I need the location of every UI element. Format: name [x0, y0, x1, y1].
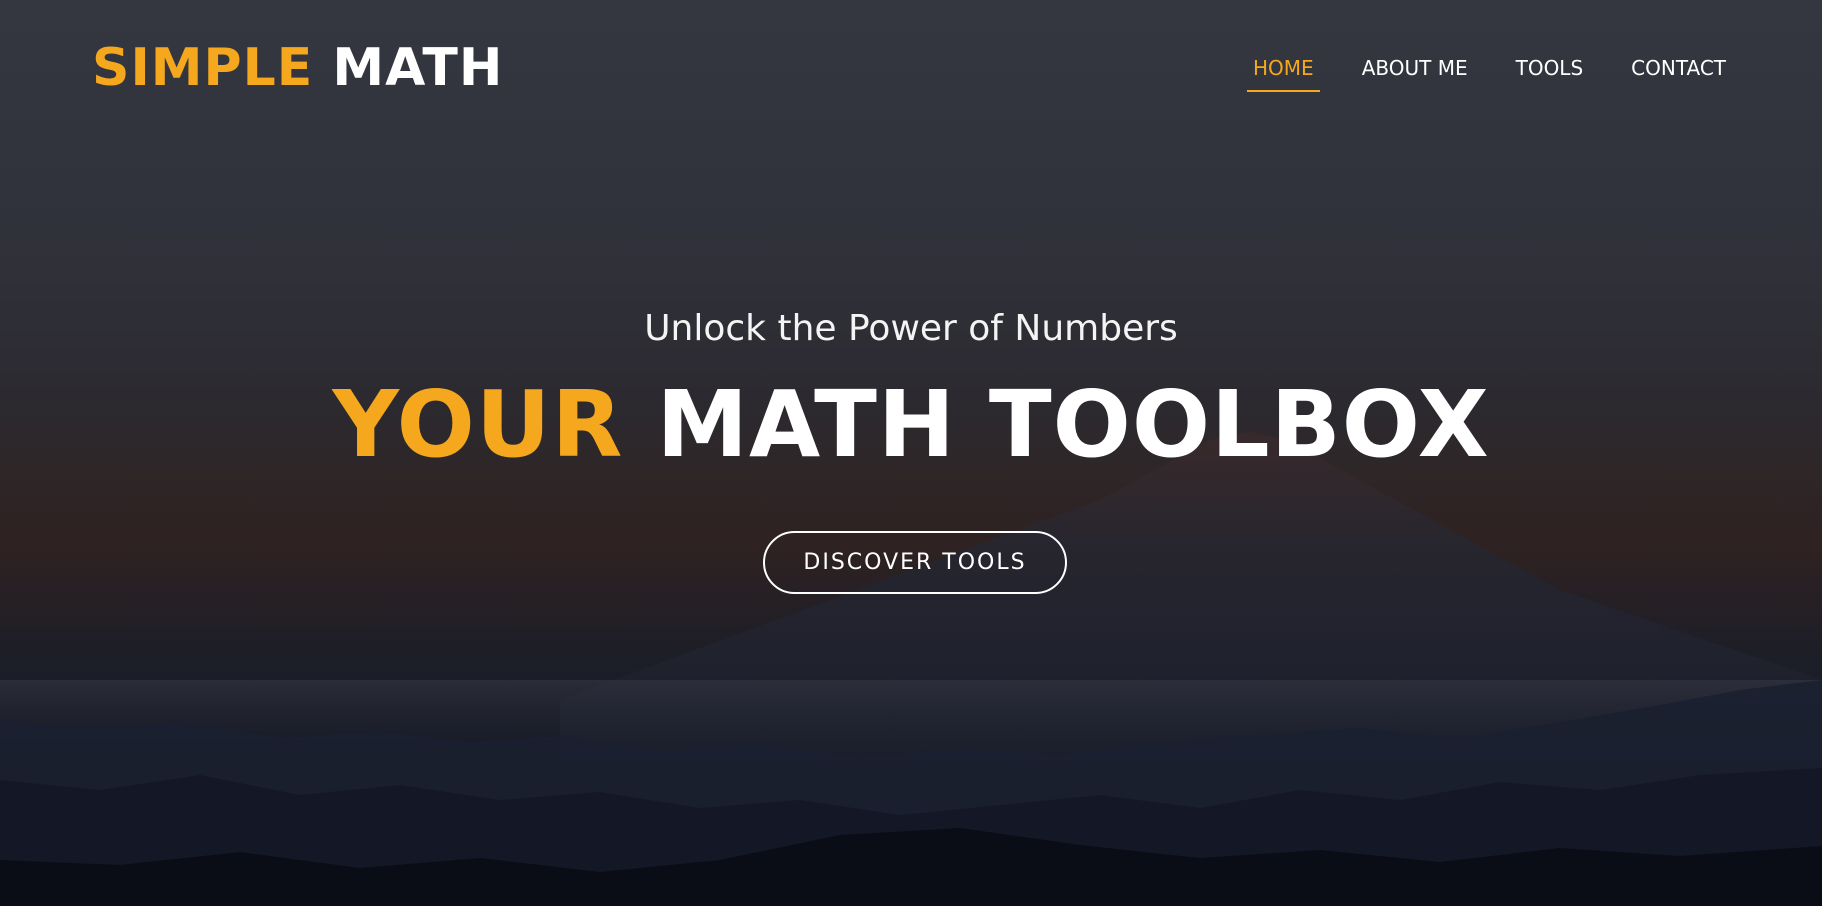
hero-section: SIMPLE MATH HOME ABOUT ME TOOLS CONTACT …: [0, 0, 1822, 906]
nav-item-contact[interactable]: CONTACT: [1625, 52, 1732, 92]
nav-item-about-me[interactable]: ABOUT ME: [1356, 52, 1474, 92]
headline-plain-text: MATH TOOLBOX: [656, 371, 1490, 478]
nav-item-tools[interactable]: TOOLS: [1510, 52, 1590, 92]
logo-plain-text: MATH: [332, 38, 504, 98]
main-navigation: HOME ABOUT ME TOOLS CONTACT: [1211, 52, 1732, 92]
hero-headline: YOUR MATH TOOLBOX: [0, 370, 1822, 480]
headline-accent-text: YOUR: [332, 371, 624, 478]
discover-tools-button[interactable]: DISCOVER TOOLS: [763, 531, 1067, 594]
hero-subtitle: Unlock the Power of Numbers: [644, 308, 1178, 349]
site-logo[interactable]: SIMPLE MATH: [92, 36, 503, 100]
logo-accent-text: SIMPLE: [92, 38, 314, 98]
nav-item-home[interactable]: HOME: [1247, 52, 1320, 92]
